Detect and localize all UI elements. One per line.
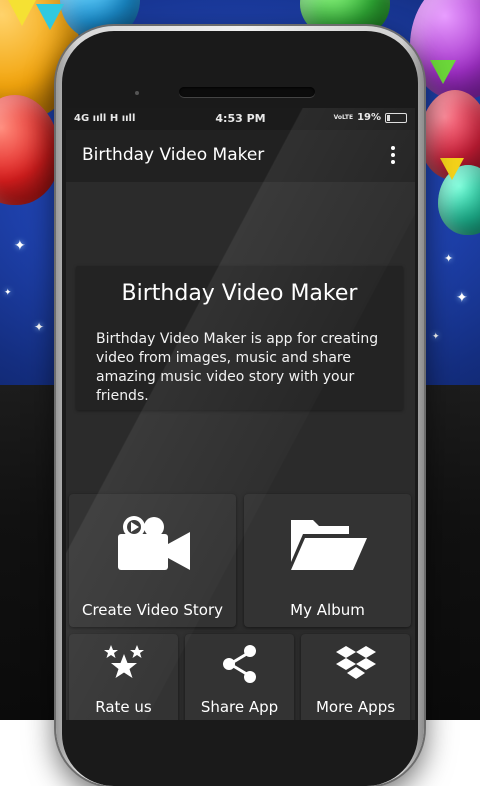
phone-screen: 4G ııll H ııll 4:53 PM VoLTE 19% Birthda…	[66, 108, 415, 720]
battery-icon	[385, 112, 407, 123]
create-video-story-label: Create Video Story	[81, 601, 224, 619]
bunting-flag	[36, 4, 64, 30]
info-description: Birthday Video Maker is app for creating…	[96, 331, 379, 404]
video-camera-icon	[118, 516, 190, 570]
battery-level	[387, 114, 390, 121]
sparkle-decoration: ✦	[4, 288, 12, 298]
app-title: Birthday Video Maker	[82, 145, 265, 165]
volte-icon: VoLTE	[333, 114, 354, 121]
create-video-story-button[interactable]: Create Video Story	[69, 494, 236, 627]
bunting-flag	[430, 60, 456, 84]
screen-glare	[66, 108, 415, 720]
balloon-decoration	[0, 95, 60, 205]
sparkle-decoration: ✦	[456, 290, 468, 306]
my-album-label: My Album	[290, 601, 365, 619]
my-album-button[interactable]: My Album	[244, 494, 411, 627]
status-bar: 4G ııll H ııll 4:53 PM VoLTE 19%	[66, 108, 415, 130]
info-card: Birthday Video Maker Birthday Video Make…	[76, 266, 403, 410]
info-heading: Birthday Video Maker	[121, 281, 358, 306]
dropbox-icon	[336, 646, 376, 679]
sparkle-decoration: ✦	[444, 252, 454, 265]
rate-us-label: Rate us	[95, 698, 152, 716]
stars-icon	[104, 645, 144, 678]
earpiece-speaker	[179, 87, 315, 97]
folder-open-icon	[291, 520, 367, 570]
rate-us-button[interactable]: Rate us	[69, 634, 178, 720]
share-icon	[223, 645, 256, 683]
bunting-flag	[440, 158, 464, 180]
more-apps-button[interactable]: More Apps	[301, 634, 410, 720]
sparkle-decoration: ✦	[34, 320, 45, 334]
sparkle-decoration: ✦	[432, 332, 440, 342]
status-right: VoLTE 19%	[334, 112, 407, 123]
more-vert-icon[interactable]	[381, 144, 405, 168]
front-camera	[135, 91, 139, 95]
sparkle-decoration: ✦	[14, 238, 26, 254]
bunting-flag	[8, 0, 36, 26]
app-bar: Birthday Video Maker	[66, 130, 415, 182]
share-app-label: Share App	[200, 698, 279, 716]
more-apps-label: More Apps	[315, 698, 396, 716]
share-app-button[interactable]: Share App	[185, 634, 294, 720]
battery-percent: 19%	[357, 112, 381, 123]
